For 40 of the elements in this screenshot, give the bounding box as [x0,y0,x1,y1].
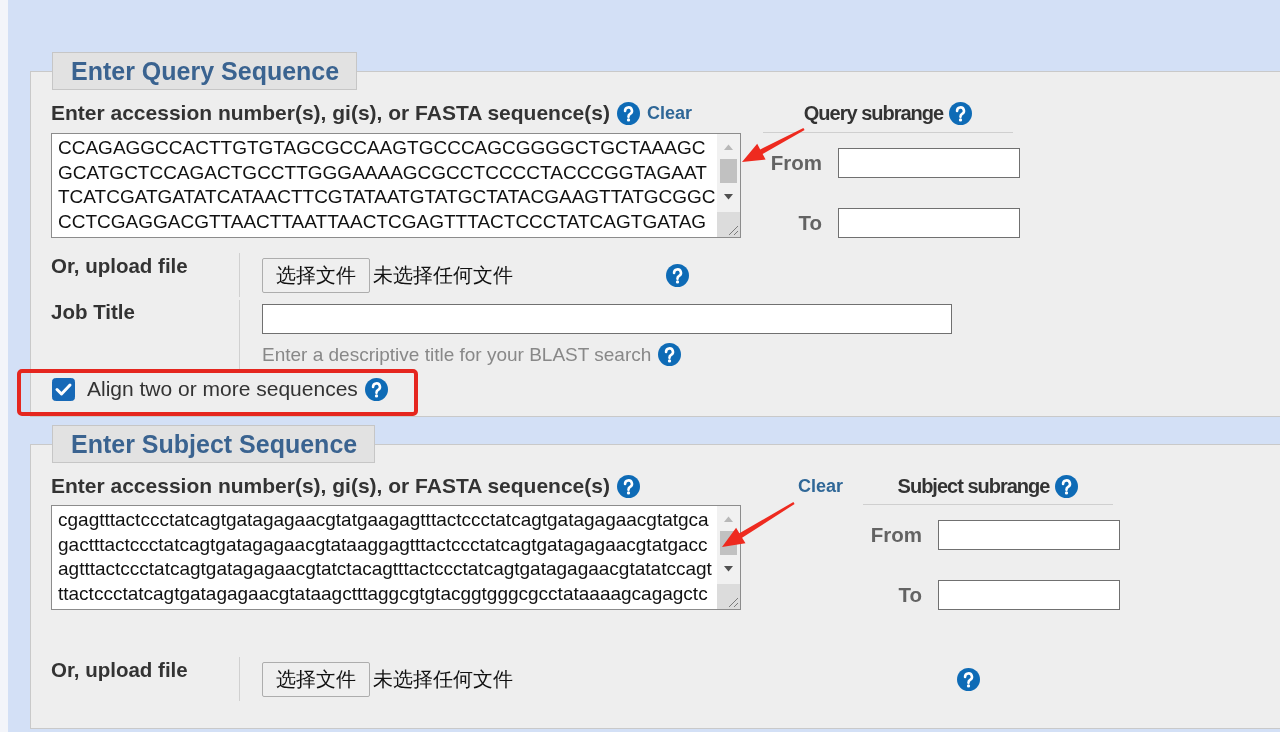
to-field[interactable] [838,208,1020,238]
help-icon[interactable] [1055,474,1079,498]
upload-label: Or, upload file [51,253,188,278]
from-field[interactable] [938,520,1120,550]
file-status: 未选择任何文件 [373,262,513,289]
resize-grip-icon[interactable] [717,212,740,237]
sequence-label: Enter accession number(s), gi(s), or FASTA sequence(s) [51,474,610,498]
clear-link[interactable]: Clear [646,102,692,124]
choose-file-button[interactable]: 选择文件 [262,662,370,697]
section-legend: Enter Query Sequence [52,52,358,90]
subrange-title: Query subrange [803,101,944,125]
checkbox-label: Align two or more sequences [87,377,358,401]
arrow-icon [722,501,795,547]
help-icon[interactable] [364,377,388,401]
help-icon[interactable] [658,343,682,366]
to-field[interactable] [938,580,1120,610]
sequence-field[interactable]: cgagtttactccctatcagtgatagagaacgtatgaagagtttactccctatcagtgatagagaacgtatgca gactttactccctatcagtgatagagaacgtataaggagtttactccctatcagtgatagagaacgtatgacc agtttactccctatcagtgatagagaacgtatctacagtttactccctatcagtgatagagaacgtatatccagt ttactccctatcagtgatagagaacgtataagctttaggcgtgtacggtgggcgcctataaaagcagagctc [51,505,741,610]
sequence-label: Enter accession number(s), gi(s), or FASTA sequence(s) [51,101,610,125]
file-status: 未选择任何文件 [373,666,513,693]
from-label: From [769,151,822,175]
to-label: To [797,211,822,235]
help-icon[interactable] [616,474,640,498]
job-title-field[interactable] [262,304,952,334]
choose-file-button[interactable]: 选择文件 [262,258,370,293]
help-icon[interactable] [957,668,980,691]
help-icon[interactable] [949,101,973,125]
subrange-title: Subject subrange [897,474,1050,498]
help-icon[interactable] [666,264,689,287]
from-field[interactable] [838,148,1020,178]
help-icon[interactable] [616,101,640,125]
clear-link[interactable]: Clear [797,475,843,497]
from-label: From [869,523,922,547]
sequence-field[interactable]: CCAGAGGCCACTTGTGTAGCGCCAAGTGCCCAGCGGGGCTGCTAAAGC GCATGCTCCAGACTGCCTTGGGAAAAGCGCCTCCCCTACCCGGTAGAAT TCATCGATGATATCATAACTTCGTATAATGTATGCTATACGAAGTTATGCGGC CCTCGAGGACGTTAACTTAATTAACTCGAGTTTACTCCCTATCAGTGATAG [51,133,741,238]
upload-label: Or, upload file [51,657,188,682]
job-title-label: Job Title [51,300,135,324]
checkbox[interactable] [52,377,75,401]
to-label: To [897,583,922,607]
resize-grip-icon[interactable] [717,584,740,609]
section-legend: Enter Subject Sequence [52,425,376,463]
job-title-hint: Enter a descriptive title for your BLAST search [262,343,652,366]
